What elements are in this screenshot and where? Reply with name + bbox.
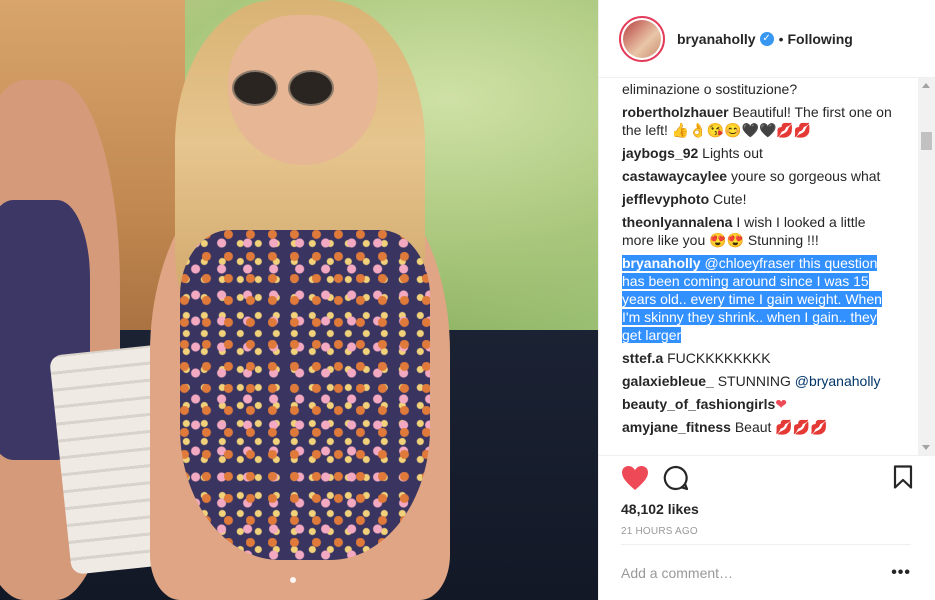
sunglasses bbox=[232, 70, 334, 108]
action-icons bbox=[621, 465, 913, 491]
separator-dot: • bbox=[778, 30, 784, 47]
comment-text: eliminazione o sostituzione? bbox=[622, 81, 798, 97]
list-item: jefflevyphoto Cute! bbox=[622, 190, 897, 208]
more-options-icon[interactable]: ••• bbox=[891, 564, 911, 582]
list-item: eliminazione o sostituzione? bbox=[622, 80, 897, 98]
comment-mention[interactable]: @chloeyfraser bbox=[704, 255, 794, 271]
comment-username[interactable]: robertholzhauer bbox=[622, 104, 729, 120]
comment-username[interactable]: amyjane_fitness bbox=[622, 419, 731, 435]
comment-text: Lights out bbox=[702, 145, 763, 161]
comments-list[interactable]: eliminazione o sostituzione? robertholzh… bbox=[599, 78, 919, 455]
comment-text: FUCKKKKKKKK bbox=[667, 350, 771, 366]
comment-username[interactable]: jaybogs_92 bbox=[622, 145, 698, 161]
scroll-up-icon[interactable] bbox=[922, 83, 930, 88]
post-photo[interactable] bbox=[0, 0, 598, 600]
post-actions: 48,102 likes 21 HOURS AGO ••• bbox=[599, 455, 935, 600]
verified-badge-icon: ✓ bbox=[759, 31, 774, 46]
comments-scrollbar[interactable] bbox=[918, 78, 935, 455]
list-item-selected: bryanaholly @chloeyfraser this question … bbox=[622, 254, 897, 344]
post-timestamp: 21 HOURS AGO bbox=[621, 526, 698, 537]
comment-text: youre so gorgeous what bbox=[730, 168, 881, 184]
comment-username[interactable]: galaxiebleue_ bbox=[622, 373, 714, 389]
comment-icon[interactable] bbox=[663, 465, 689, 491]
comment-text: STUNNING bbox=[717, 373, 791, 389]
comment-username[interactable]: jefflevyphoto bbox=[622, 191, 709, 207]
avatar[interactable] bbox=[623, 19, 661, 58]
list-item: robertholzhauer Beautiful! The first one… bbox=[622, 103, 897, 139]
comment-text: ❤ bbox=[775, 396, 787, 412]
list-item: amyjane_fitness Beaut 💋💋💋 bbox=[622, 418, 897, 436]
list-item: sttef.a FUCKKKKKKKK bbox=[622, 349, 897, 367]
comment-mention[interactable]: @bryanaholly bbox=[795, 373, 881, 389]
post-header: bryanaholly ✓ • Following bbox=[599, 0, 935, 78]
floral-swimsuit bbox=[180, 230, 430, 560]
story-ring[interactable] bbox=[619, 15, 665, 62]
post-sidebar: bryanaholly ✓ • Following eliminazione o… bbox=[598, 0, 935, 600]
scroll-down-icon[interactable] bbox=[922, 445, 930, 450]
heart-icon[interactable] bbox=[621, 465, 649, 491]
header-username[interactable]: bryanaholly bbox=[677, 31, 756, 47]
comment-username[interactable]: sttef.a bbox=[622, 350, 663, 366]
list-item: beauty_of_fashiongirls❤ bbox=[622, 395, 897, 413]
comment-text: Beaut 💋💋💋 bbox=[734, 419, 828, 435]
add-comment-bar: ••• bbox=[621, 544, 911, 600]
comment-input[interactable] bbox=[621, 564, 841, 581]
comment-username[interactable]: bryanaholly bbox=[622, 255, 701, 271]
list-item: castawaycaylee youre so gorgeous what bbox=[622, 167, 897, 185]
list-item: theonlyannalena I wish I looked a little… bbox=[622, 213, 897, 249]
comment-username[interactable]: castawaycaylee bbox=[622, 168, 727, 184]
bookmark-icon[interactable] bbox=[893, 465, 913, 489]
list-item: jaybogs_92 Lights out bbox=[622, 144, 897, 162]
scroll-thumb[interactable] bbox=[921, 132, 932, 150]
carousel-dot bbox=[290, 577, 296, 583]
comment-text: Cute! bbox=[713, 191, 747, 207]
comment-username[interactable]: theonlyannalena bbox=[622, 214, 732, 230]
likes-count[interactable]: 48,102 likes bbox=[621, 501, 699, 517]
following-button[interactable]: Following bbox=[788, 31, 853, 47]
comment-username[interactable]: beauty_of_fashiongirls bbox=[622, 396, 775, 412]
list-item: galaxiebleue_ STUNNING @bryanaholly bbox=[622, 372, 897, 390]
